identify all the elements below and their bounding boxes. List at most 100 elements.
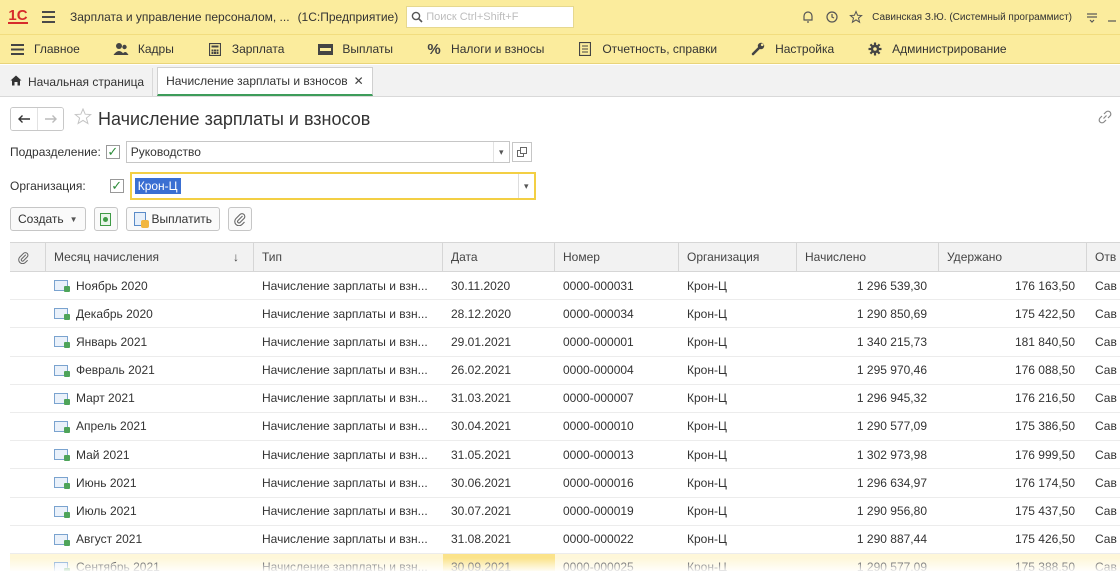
cell-withheld: 176 999,50 [1014,447,1075,462]
favorite-star-icon[interactable] [73,107,93,130]
menu-item-taxes[interactable]: % Налоги и взносы [425,34,544,64]
chevron-down-icon[interactable]: ▾ [517,174,534,198]
tab-payroll[interactable]: Начисление зарплаты и взносов ✕ [157,67,373,96]
cell-org: Крон-Ц [687,419,727,434]
paperclip-icon [234,213,246,226]
column-header-accrued[interactable]: Начислено [797,243,939,271]
menu-item-salary[interactable]: Зарплата [206,34,284,64]
cell-accrued: 1 296 539,30 [856,278,927,293]
table-row[interactable]: Май 2021 Начисление зарплаты и взн... 31.0… [10,441,1120,470]
history-icon[interactable] [820,0,844,34]
cell-resp: Сав [1095,278,1117,293]
paperclip-icon [18,251,29,264]
sections-menu: Главное Кадры Зарплата Выплаты % Налоги … [0,34,1120,64]
forward-arrow-icon[interactable] [37,108,63,130]
menu-item-payments[interactable]: Выплаты [316,34,393,64]
attachment-cell [10,413,46,440]
cell-accrued: 1 302 973,98 [856,447,927,462]
column-header-responsible[interactable]: Отв [1087,243,1120,271]
app-logo[interactable]: 1С [0,0,36,34]
table-row[interactable]: Февраль 2021 Начисление зарплаты и взн...… [10,356,1120,385]
open-icon[interactable] [511,142,532,162]
form-header: Начисление зарплаты и взносов [10,106,370,132]
column-header-withheld[interactable]: Удержано [939,243,1087,271]
cell-date: 28.12.2020 [451,306,512,321]
cell-type: Начисление зарплаты и взн... [262,391,428,406]
cell-org: Крон-Ц [687,278,727,293]
cell-type: Начисление зарплаты и взн... [262,475,428,490]
column-header-number[interactable]: Номер [555,243,679,271]
cell-resp: Сав [1095,391,1117,406]
percent-icon: % [427,40,441,58]
menu-item-administration[interactable]: Администрирование [866,34,1007,64]
cell-date: 31.03.2021 [451,391,512,406]
table-row[interactable]: Январь 2021 Начисление зарплаты и взн... 2… [10,328,1120,357]
department-field[interactable]: Руководство ▾ [125,141,510,163]
command-bar: Создать ▼ Выплатить [10,206,260,232]
posted-document-icon [54,280,70,292]
column-header-type[interactable]: Тип [254,243,443,271]
table-row[interactable]: Июнь 2021 Начисление зарплаты и взн... 30.… [10,469,1120,498]
create-button[interactable]: Создать ▼ [10,207,86,231]
back-arrow-icon[interactable] [11,108,37,130]
current-user[interactable]: Савинская З.Ю. (Системный программист) [872,12,1072,23]
cell-type: Начисление зарплаты и взн... [262,504,428,518]
posted-document-icon [54,477,70,490]
cell-date: 30.07.2021 [451,504,512,518]
cell-number: 0000-000022 [563,532,634,547]
attachment-cell [10,526,46,553]
table-row[interactable]: Декабрь 2020 Начисление зарплаты и взн...… [10,300,1120,329]
cell-type: Начисление зарплаты и взн... [262,532,428,547]
bell-icon[interactable] [796,0,820,34]
calculator-icon [206,42,224,56]
column-header-date[interactable]: Дата [443,243,555,271]
cell-resp: Сав [1095,363,1117,378]
pay-button[interactable]: Выплатить [125,207,221,231]
cell-number: 0000-000001 [563,334,634,349]
cell-month: Июль 2021 [46,498,254,525]
settings-menu-icon[interactable] [1080,0,1104,34]
wrench-icon [749,42,767,56]
table-body: Ноябрь 2020 Начисление зарплаты и взн... 3… [10,272,1120,571]
menu-item-main[interactable]: Главное [8,34,80,64]
posted-document-icon [54,505,70,518]
column-header-organization[interactable]: Организация [679,243,797,271]
table-row[interactable]: Март 2021 Начисление зарплаты и взн... 31.… [10,384,1120,413]
organization-field[interactable]: Крон-Ц ▾ [129,172,536,200]
link-icon[interactable] [1098,110,1112,127]
column-header-month[interactable]: Месяц начисления ↓ [46,243,254,271]
search-icon [411,11,423,23]
close-icon[interactable]: ✕ [354,74,364,88]
table-row[interactable]: Июль 2021 Начисление зарплаты и взн... 30.… [10,497,1120,526]
cell-month: Июнь 2021 [46,469,254,496]
organization-filter: Организация: ✓ Крон-Ц ▾ [10,170,536,202]
home-icon [10,75,22,89]
posted-document-icon [54,420,70,433]
table-row[interactable]: Ноябрь 2020 Начисление зарплаты и взн... 3… [10,272,1120,301]
menu-item-settings[interactable]: Настройка [749,34,834,64]
chevron-down-icon[interactable]: ▾ [492,142,509,162]
department-label: Подразделение: [10,145,101,159]
attachment-cell [10,498,46,525]
global-search[interactable] [406,6,575,28]
favorites-star-icon[interactable] [844,0,868,34]
attach-button[interactable] [228,207,253,231]
organization-label: Организация: [10,179,86,193]
minimize-icon[interactable] [1104,0,1120,34]
menu-item-personnel[interactable]: Кадры [112,34,174,64]
organization-checkbox[interactable]: ✓ [109,179,124,193]
menu-item-reports[interactable]: Отчетность, справки [576,34,717,64]
open-windows-bar: Начальная страница Начисление зарплаты и… [0,65,1120,97]
cell-org: Крон-Ц [687,334,727,349]
search-input[interactable] [426,11,567,23]
table-row[interactable]: Август 2021 Начисление зарплаты и взн... 3… [10,525,1120,554]
table-row[interactable]: Апрель 2021 Начисление зарплаты и взн... 3… [10,412,1120,442]
cell-date: 30.06.2021 [451,475,512,490]
cell-withheld: 176 216,50 [1014,391,1075,406]
table-header: Месяц начисления ↓ Тип Дата Номер Органи… [10,243,1120,272]
attachment-column-header[interactable] [10,243,46,271]
tab-home[interactable]: Начальная страница [0,68,154,96]
main-menu-icon[interactable] [36,0,60,34]
department-checkbox[interactable]: ✓ [105,145,120,159]
copy-button[interactable] [93,207,118,231]
